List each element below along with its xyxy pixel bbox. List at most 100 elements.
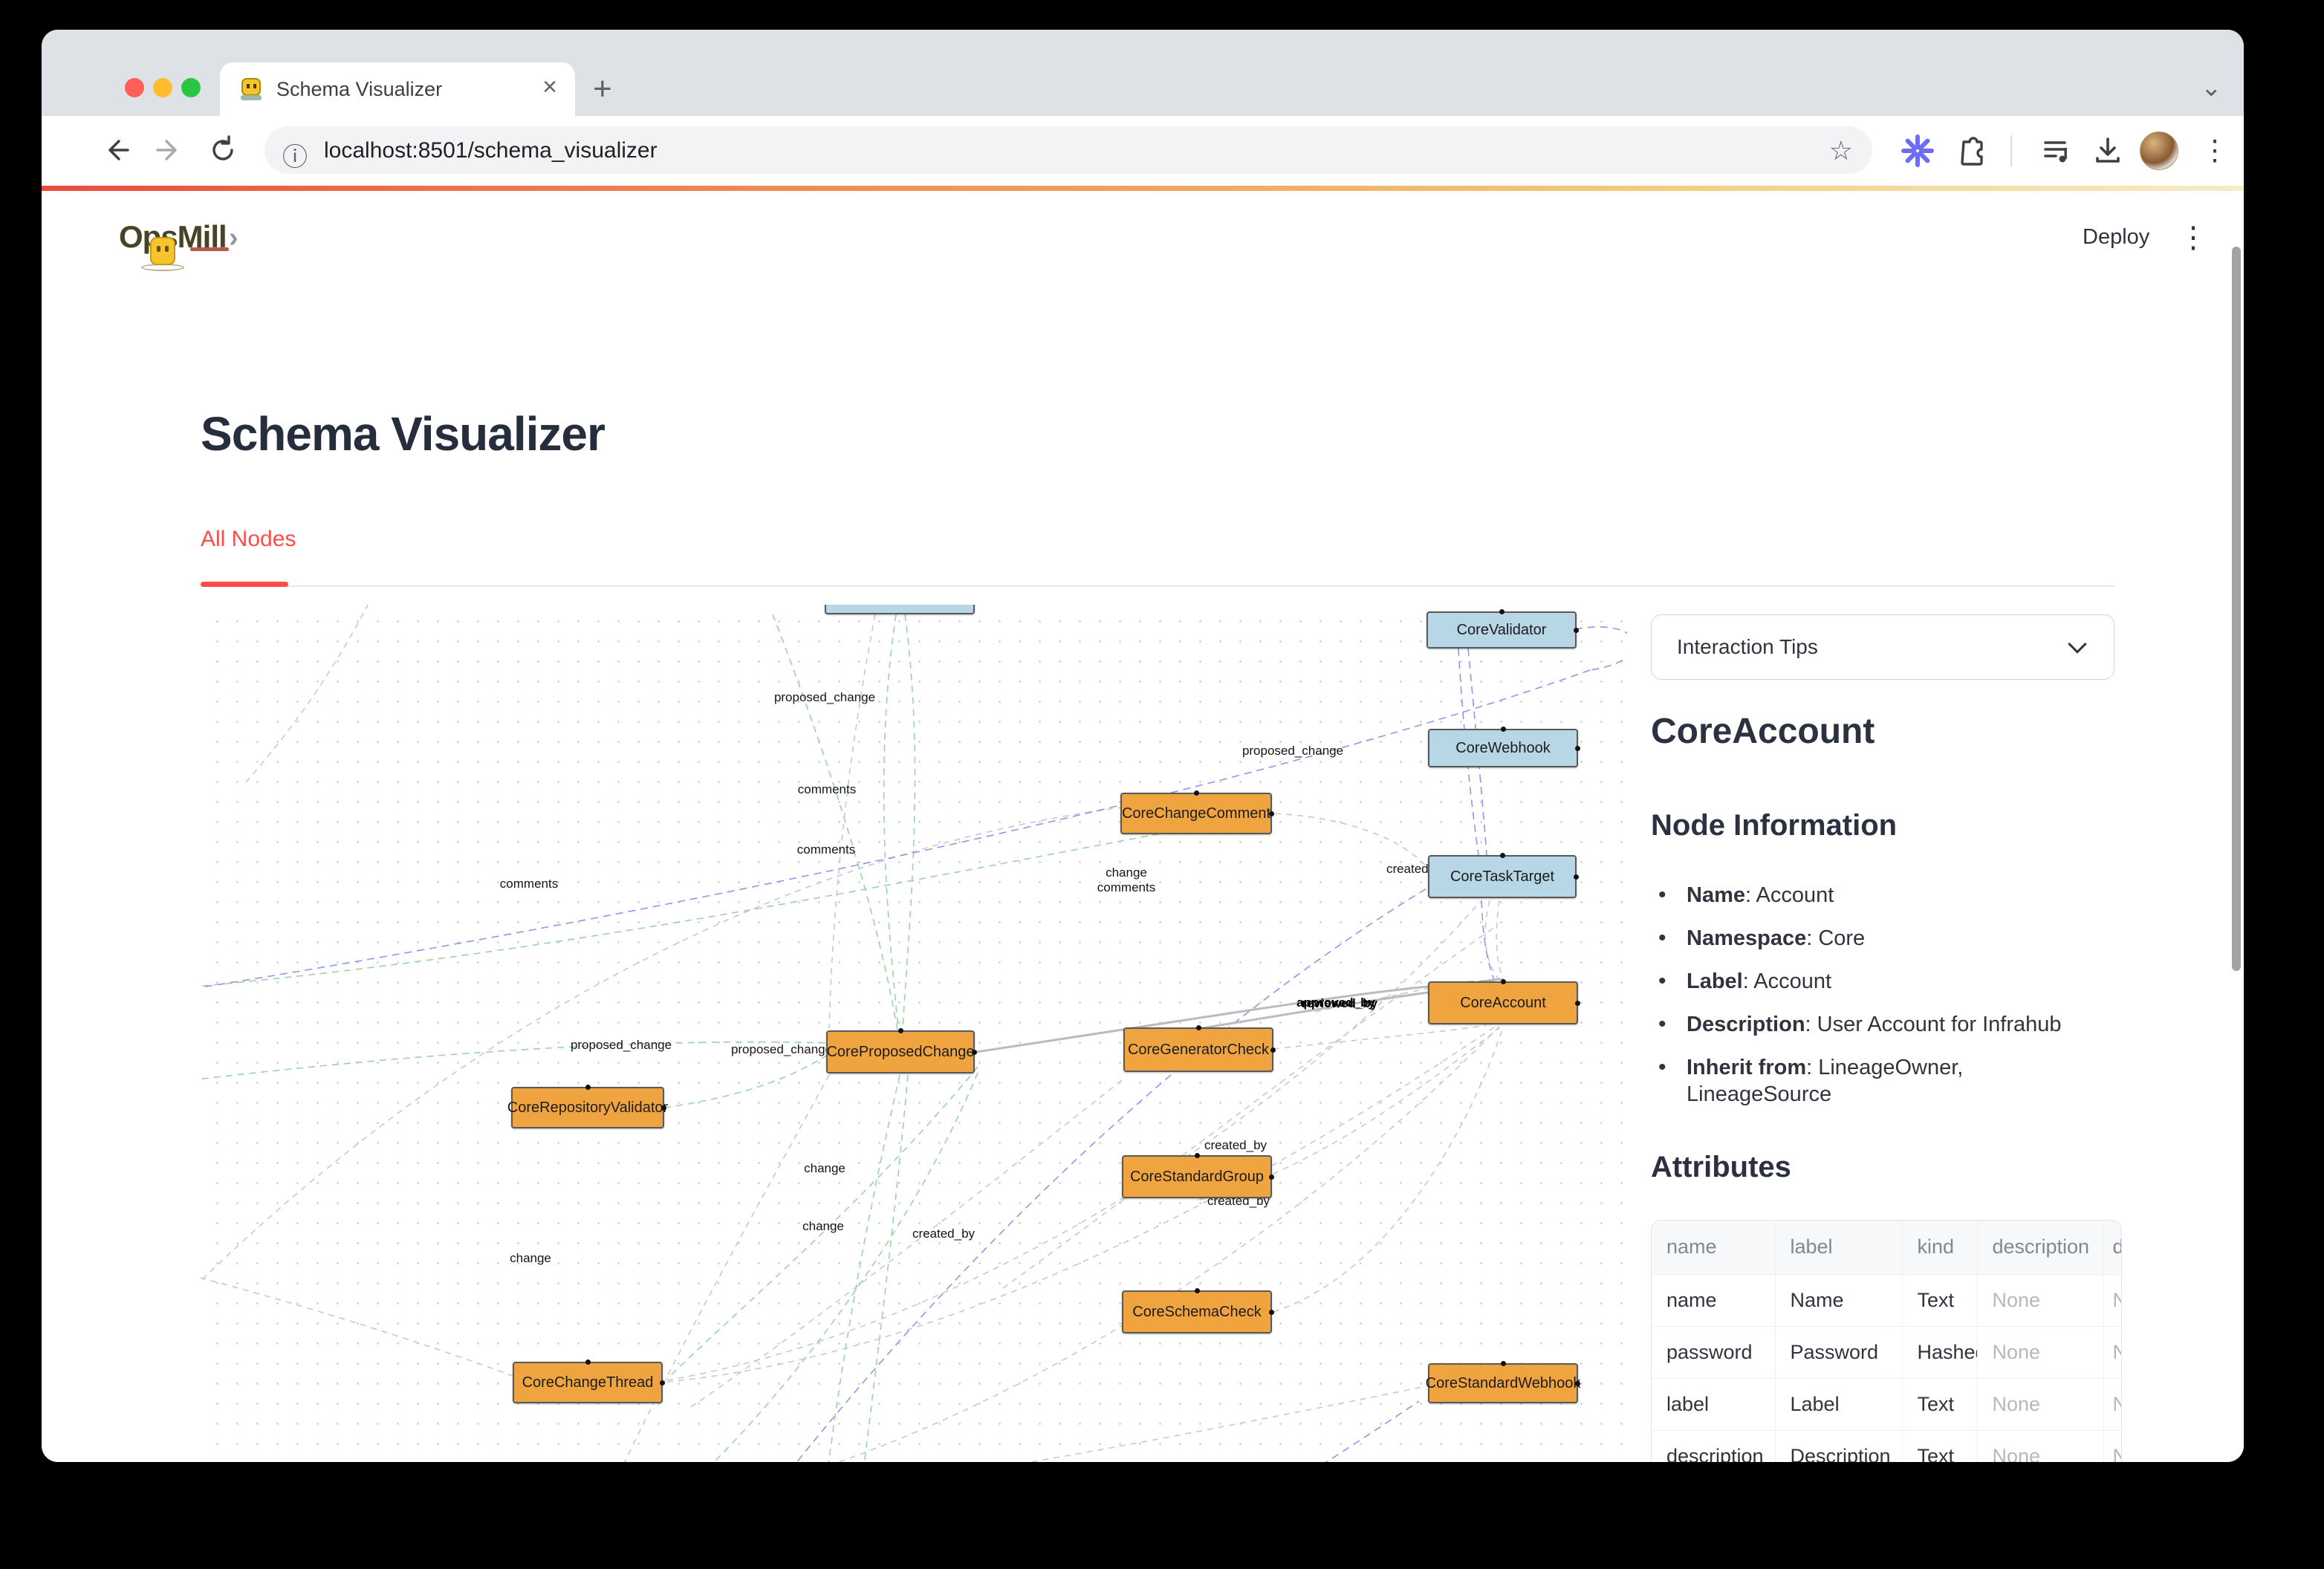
- expander-label: Interaction Tips: [1677, 635, 1818, 659]
- app-menu-icon[interactable]: ⋮: [2178, 221, 2208, 255]
- screen: Schema Visualizer × + ⌄ ⓘ localhost:8501…: [0, 0, 2324, 1569]
- graph-node[interactable]: CoreAccount: [1428, 981, 1578, 1024]
- column-header[interactable]: kind: [1902, 1221, 1977, 1274]
- url-text[interactable]: localhost:8501/schema_visualizer: [324, 138, 658, 163]
- edge-label: comments: [798, 782, 856, 797]
- list-item: Name: Account: [1651, 882, 2067, 909]
- graph-node[interactable]: CoreChangeComment: [1120, 793, 1272, 834]
- graph-edge: [1496, 900, 1504, 981]
- url-bar[interactable]: ⓘ localhost:8501/schema_visualizer ☆: [264, 126, 1872, 174]
- graph-edge: [810, 1075, 900, 1462]
- graph-node[interactable]: CoreStandardGroup: [1122, 1155, 1272, 1198]
- table-cell: label: [1652, 1378, 1775, 1430]
- graph-node[interactable]: CoreChangeThread: [513, 1362, 663, 1403]
- table-cell: Text: [1902, 1430, 1977, 1462]
- graph-edge: [1077, 1401, 1419, 1462]
- decoration-bar: [42, 186, 2244, 191]
- tab-indicator: [201, 582, 288, 587]
- graph-edge: [664, 1055, 828, 1108]
- node-info-heading: Node Information: [1651, 809, 1897, 842]
- tab-search-chevron-icon[interactable]: ⌄: [2201, 73, 2222, 103]
- graph-edge: [667, 902, 1480, 1380]
- forward-button[interactable]: [152, 132, 187, 168]
- tab-all-nodes[interactable]: All Nodes: [201, 527, 296, 551]
- browser-tab[interactable]: Schema Visualizer ×: [220, 62, 575, 116]
- sidebar-expand-chevron-icon[interactable]: ›: [229, 222, 238, 254]
- extensions-puzzle-icon[interactable]: [1953, 132, 1990, 169]
- table-row[interactable]: nameNameTextNoneNone: [1652, 1274, 2122, 1326]
- table-row[interactable]: descriptionDescriptionTextNoneNone: [1652, 1430, 2122, 1462]
- deploy-button[interactable]: Deploy: [2083, 225, 2149, 250]
- node-info-list: Name: AccountNamespace: CoreLabel: Accou…: [1651, 882, 2067, 1124]
- edge-label: comments: [797, 842, 855, 857]
- graph-edge: [1273, 1030, 1502, 1312]
- page-title: Schema Visualizer: [201, 406, 605, 461]
- column-header[interactable]: name: [1652, 1221, 1775, 1274]
- minimize-window-button[interactable]: [153, 78, 172, 97]
- edge-label: created_by: [1204, 1138, 1267, 1153]
- graph-edge: [845, 1075, 908, 1462]
- table-cell: Label: [1775, 1378, 1902, 1430]
- new-tab-button[interactable]: +: [593, 76, 612, 103]
- interaction-tips-expander[interactable]: Interaction Tips: [1651, 614, 2114, 680]
- graph-node[interactable]: CoreWebhook: [1428, 729, 1578, 767]
- graph-edge: [201, 670, 1590, 991]
- favicon: [238, 76, 264, 103]
- opsmill-robot-icon: [150, 237, 175, 265]
- attributes-heading: Attributes: [1651, 1151, 1791, 1184]
- profile-avatar[interactable]: [2140, 131, 2178, 170]
- graph-node[interactable]: CoreRepositoryValidator: [511, 1087, 664, 1128]
- table-row[interactable]: passwordPasswordHashedPasswordNoneNone: [1652, 1326, 2122, 1378]
- playlist-icon[interactable]: [2039, 132, 2076, 169]
- zoom-window-button[interactable]: [181, 78, 201, 97]
- graph-edge: [676, 889, 1426, 1462]
- graph-edge: [556, 1075, 829, 1462]
- edge-label: reviewed_by: [1302, 996, 1377, 1011]
- site-info-icon[interactable]: ⓘ: [282, 137, 308, 173]
- edge-label: change: [510, 1251, 551, 1266]
- app-page: OpsMill › Deploy ⋮ Schema Visualizer All…: [42, 191, 2244, 1462]
- browser-toolbar: ⓘ localhost:8501/schema_visualizer ☆: [42, 116, 2244, 186]
- graph-edge: [829, 614, 875, 1028]
- table-cell: Text: [1902, 1378, 1977, 1430]
- browser-menu-icon[interactable]: ⋮: [2201, 134, 2229, 167]
- tabs-border: [201, 585, 2114, 587]
- graph-node[interactable]: [825, 605, 975, 614]
- opsmill-logo[interactable]: OpsMill: [119, 215, 290, 267]
- column-header[interactable]: description: [1977, 1221, 2103, 1274]
- graph-edge: [1485, 900, 1501, 981]
- close-window-button[interactable]: [125, 78, 144, 97]
- list-item: Label: Account: [1651, 968, 2067, 995]
- edge-label: proposed_change: [774, 690, 875, 705]
- graph-node[interactable]: CoreValidator: [1426, 611, 1577, 649]
- extension-spark-icon[interactable]: [1899, 132, 1936, 169]
- edge-label: comments: [500, 877, 558, 891]
- back-button[interactable]: [98, 132, 134, 168]
- reload-button[interactable]: [205, 132, 241, 168]
- edge-label: proposed_change: [731, 1042, 832, 1057]
- table-cell: Description: [1775, 1430, 1902, 1462]
- graph-node[interactable]: CoreTaskTarget: [1428, 855, 1577, 898]
- graph-canvas[interactable]: proposed_change comments comments comments p…: [201, 605, 1627, 1462]
- bookmark-star-icon[interactable]: ☆: [1829, 135, 1853, 166]
- table-cell: None: [1977, 1274, 2103, 1326]
- column-header[interactable]: label: [1775, 1221, 1902, 1274]
- graph-edge: [903, 614, 915, 1029]
- attributes-table[interactable]: namelabelkinddescriptiondefault_valuenam…: [1651, 1220, 2122, 1462]
- graph-node[interactable]: CoreProposedChange: [826, 1030, 975, 1073]
- table-row[interactable]: labelLabelTextNoneNone: [1652, 1378, 2122, 1430]
- download-icon[interactable]: [2089, 132, 2126, 169]
- column-header[interactable]: default_value: [2103, 1221, 2122, 1274]
- graph-node[interactable]: CoreStandardWebhook: [1428, 1363, 1578, 1403]
- chevron-down-icon: [2068, 634, 2086, 653]
- edge-label: change comments: [1097, 865, 1155, 895]
- graph-node[interactable]: CoreGeneratorCheck: [1123, 1027, 1273, 1072]
- tab-close-icon[interactable]: ×: [542, 73, 557, 102]
- graph-node[interactable]: CoreSchemaCheck: [1122, 1290, 1272, 1334]
- edge-label: proposed_change: [1242, 744, 1343, 758]
- edge-label: created_by: [912, 1227, 975, 1241]
- table-cell: None: [2103, 1274, 2122, 1326]
- page-scrollbar[interactable]: [2232, 247, 2241, 971]
- table-cell: None: [2103, 1326, 2122, 1378]
- graph-edge: [1575, 627, 1627, 670]
